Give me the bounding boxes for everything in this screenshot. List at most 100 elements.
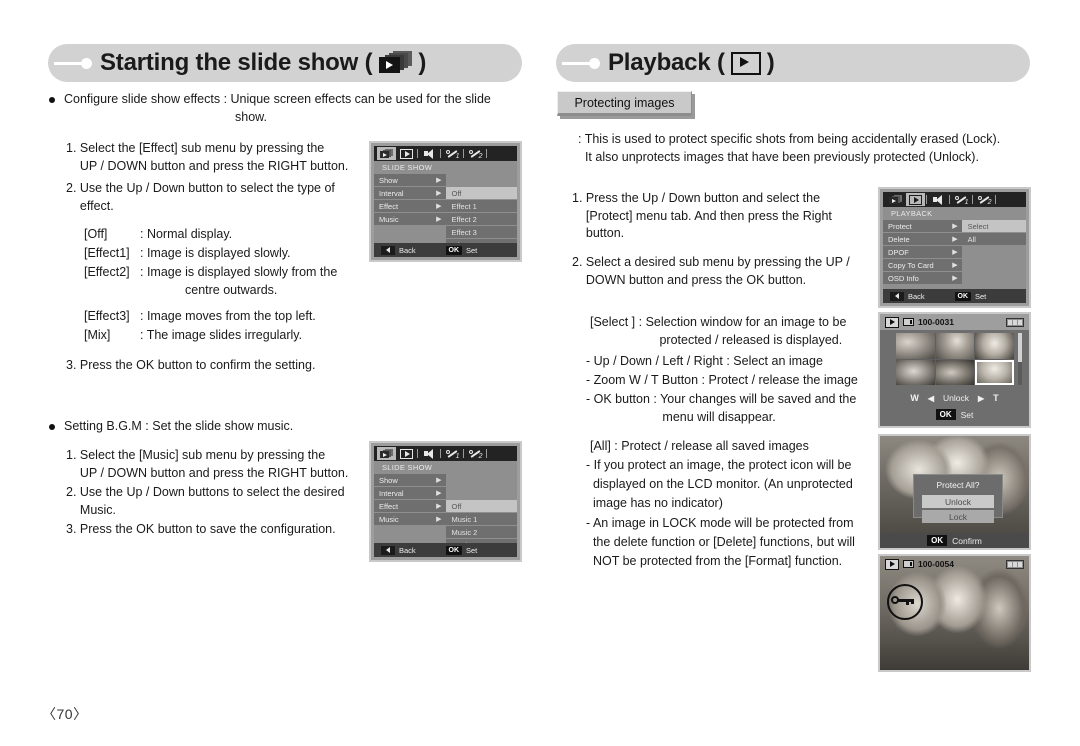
menu-item-music[interactable]: Music ▶: [374, 513, 446, 525]
tab-separator: [440, 149, 441, 158]
chevron-right-icon: ▶: [436, 503, 442, 510]
tab-playback[interactable]: [397, 147, 416, 160]
menu-item-interval[interactable]: Interval ▶: [374, 187, 446, 199]
tab-sound[interactable]: [929, 193, 948, 206]
lcd-select-images-screen: 100-0031 W ◀ Unlock ▶ T OK Set: [878, 312, 1031, 428]
tab-sound[interactable]: [420, 447, 439, 460]
tab-setup-2[interactable]: 2: [466, 447, 485, 460]
thumbnail-item[interactable]: [935, 333, 975, 359]
menu-item-copy-to-card[interactable]: Copy To Card ▶: [883, 259, 962, 271]
zoom-w-label: W: [910, 393, 919, 403]
chevron-right-icon: ▶: [952, 223, 958, 230]
tab-setup-2[interactable]: 2: [466, 147, 485, 160]
lcd3-footer: Back OK Set: [883, 289, 1026, 303]
ok-set-row[interactable]: OK Set: [880, 409, 1029, 420]
lcd1-footer: Back OK Set: [374, 243, 517, 257]
playback-tab-icon: [909, 194, 922, 205]
menu-item-protect[interactable]: Protect ▶: [883, 220, 962, 232]
dialog-option-unlock[interactable]: Unlock: [922, 495, 994, 508]
tab-separator: [486, 149, 487, 158]
thumbnail-item-selected[interactable]: [975, 359, 1014, 385]
back-button[interactable]: Back: [381, 245, 416, 255]
menu-item-show[interactable]: Show ▶: [374, 474, 446, 486]
chevron-right-icon: ▶: [436, 190, 442, 197]
setup2-tab-icon: 2: [468, 448, 483, 460]
menu-item-osd-info[interactable]: OSD Info ▶: [883, 272, 962, 284]
submenu-item-all[interactable]: All: [961, 233, 1026, 245]
tab-separator: [463, 149, 464, 158]
lcd1-tab-bar[interactable]: 1 2: [374, 146, 517, 161]
zoom-t-label: T: [993, 393, 999, 403]
submenu-item-effect3[interactable]: Effect 3: [445, 226, 517, 238]
submenu-item-effect2[interactable]: Effect 2: [445, 213, 517, 225]
chevron-right-icon: ▶: [952, 275, 958, 282]
tab-slideshow[interactable]: [377, 147, 396, 160]
lcd2-tab-bar[interactable]: 1 2: [374, 446, 517, 461]
left-step-3: 3. Press the OK button to confirm the se…: [66, 358, 316, 372]
submenu-item-music2[interactable]: Music 2: [445, 526, 517, 538]
select-line-0: [Select ] : Selection window for an imag…: [590, 315, 847, 329]
tab-setup-2[interactable]: 2: [975, 193, 994, 206]
thumbnail-item[interactable]: [935, 359, 975, 385]
submenu-item-off[interactable]: Off: [445, 187, 517, 199]
thumbnail-item[interactable]: [896, 333, 935, 359]
effect-desc-1: : Image is displayed slowly.: [140, 246, 291, 260]
tab-separator: [440, 449, 441, 458]
ok-set-button[interactable]: OK Set: [445, 245, 477, 255]
menu-item-effect[interactable]: Effect ▶: [374, 200, 446, 212]
menu-label: Show: [379, 475, 398, 485]
left-bullet-1: Configure slide show effects : Unique sc…: [64, 92, 491, 106]
left-arrow-icon: [381, 245, 395, 255]
menu-item-interval[interactable]: Interval ▶: [374, 487, 446, 499]
back-button[interactable]: Back: [890, 291, 925, 301]
ok-set-button[interactable]: OK Set: [445, 545, 478, 555]
menu-item-effect[interactable]: Effect ▶: [374, 500, 446, 512]
set-label: Set: [960, 409, 974, 420]
set-label: Set: [466, 545, 478, 555]
right-arrow-icon: ▶: [977, 393, 985, 403]
menu-label: Music: [379, 214, 399, 224]
select-line-3: - Zoom W / T Button : Protect / release …: [586, 373, 858, 387]
tab-separator: [926, 195, 927, 204]
tab-slideshow[interactable]: [886, 193, 905, 206]
menu-item-show[interactable]: Show ▶: [374, 174, 446, 186]
protect-all-dialog: Protect All? Unlock Lock: [913, 474, 1003, 523]
tab-playback[interactable]: [397, 447, 416, 460]
tab-setup-1[interactable]: 1: [443, 447, 462, 460]
submenu-item-effect1[interactable]: Effect 1: [445, 200, 517, 212]
ok-set-button[interactable]: OK Set: [954, 291, 987, 301]
tab-setup-1[interactable]: 1: [443, 147, 462, 160]
back-button[interactable]: Back: [381, 545, 416, 555]
left-banner-title: Starting the slide show ( ): [100, 49, 426, 77]
right-intro: : This is used to protect specific shots…: [578, 132, 1001, 164]
unlock-action-label: Unlock: [943, 393, 969, 403]
menu-item-music[interactable]: Music ▶: [374, 213, 446, 225]
left-arrow-icon: [381, 545, 395, 555]
thumbnail-item[interactable]: [975, 333, 1014, 359]
menu-item-dpof[interactable]: DPOF ▶: [883, 246, 962, 258]
thumbnail-grid[interactable]: [896, 333, 1014, 385]
ok-badge: OK: [954, 291, 971, 301]
tab-slideshow[interactable]: [377, 447, 396, 460]
thumbnail-scrollbar[interactable]: [1018, 333, 1022, 385]
lcd3-tab-bar[interactable]: 1 2: [883, 192, 1026, 207]
lcd-slideshow-effect-screen: 1 2 SLIDE SHOW Show ▶ Interval ▶ Effect ▶ M…: [369, 141, 522, 262]
menu-item-delete[interactable]: Delete ▶: [883, 233, 962, 245]
dialog-option-lock[interactable]: Lock: [922, 510, 994, 523]
tab-setup-1[interactable]: 1: [952, 193, 971, 206]
submenu-item-select[interactable]: Select: [961, 220, 1026, 232]
tab-playback[interactable]: [906, 193, 925, 206]
thumbnail-item[interactable]: [896, 359, 935, 385]
submenu-item-off[interactable]: Off: [445, 500, 517, 512]
select-line-2: - Up / Down / Left / Right : Select an i…: [586, 354, 823, 368]
submenu-item-music1[interactable]: Music 1: [445, 513, 517, 525]
menu-label: OSD Info: [888, 273, 919, 283]
memory-card-icon: [903, 318, 914, 326]
tab-sound[interactable]: [420, 147, 439, 160]
page-number: 〈70〉: [42, 706, 88, 722]
set-label: Set: [975, 291, 987, 301]
zoom-wt-row: W ◀ Unlock ▶ T: [880, 393, 1029, 403]
right-banner-title-text: Playback (: [608, 49, 725, 76]
chevron-right-icon: ▶: [436, 516, 442, 523]
dialog-footer[interactable]: OK Confirm: [880, 533, 1029, 548]
